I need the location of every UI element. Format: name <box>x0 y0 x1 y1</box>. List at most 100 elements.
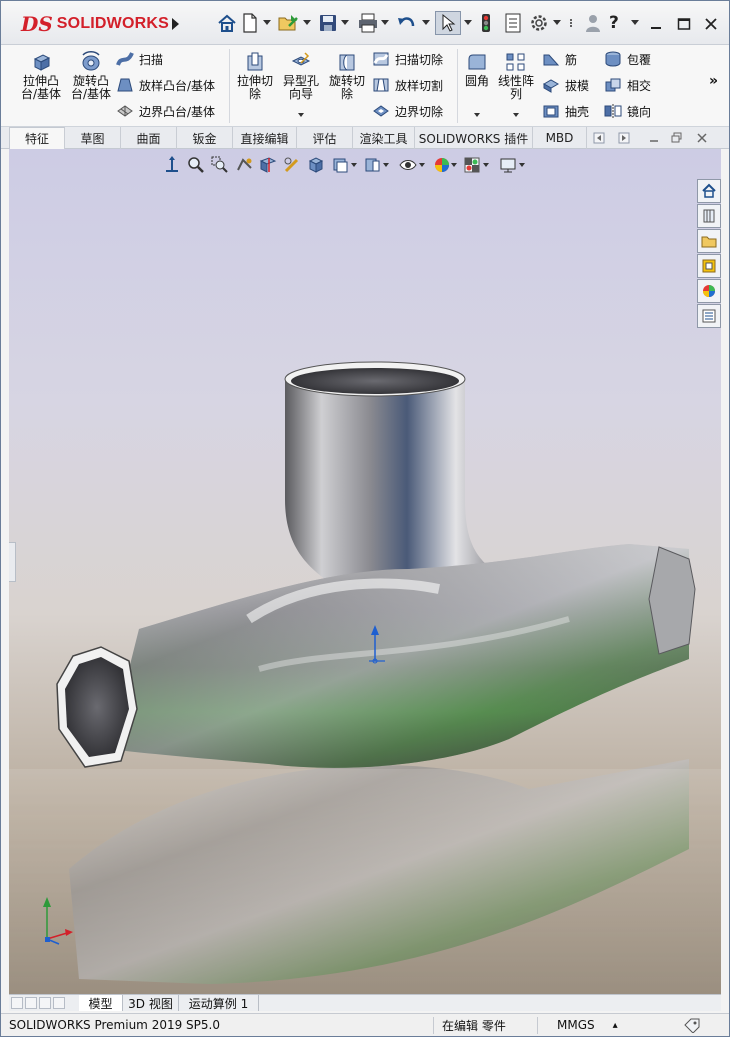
zoom-to-area-icon[interactable] <box>209 154 231 176</box>
help-dropdown-icon[interactable] <box>631 20 639 25</box>
help-icon[interactable]: ? <box>609 12 619 34</box>
options-gear-icon[interactable] <box>528 12 550 34</box>
scene-icon[interactable] <box>461 154 483 176</box>
hole-wizard-dropdown-icon[interactable] <box>298 113 304 117</box>
tab-last-icon[interactable] <box>53 997 65 1009</box>
sweep-button[interactable]: 扫描 <box>115 49 163 69</box>
solidworks-logo[interactable]: DS SOLIDWORKS <box>21 11 169 37</box>
ribbon-more-button[interactable]: » <box>709 73 718 89</box>
hide-show-items-icon[interactable] <box>361 154 383 176</box>
doc-minimize-icon[interactable] <box>646 131 662 145</box>
solidworks-resources-icon[interactable] <box>697 179 721 203</box>
tab-features[interactable]: 特征 <box>9 127 65 149</box>
design-library-icon[interactable] <box>697 204 721 228</box>
doc-restore-icon[interactable] <box>669 131 685 145</box>
rib-button[interactable]: 筋 <box>541 49 577 69</box>
draft-button[interactable]: 拔模 <box>541 75 589 95</box>
boundary-boss-button[interactable]: 边界凸台/基体 <box>115 101 215 121</box>
dynamic-annotation-icon[interactable] <box>281 154 303 176</box>
extrude-cut-button[interactable]: 拉伸切 除 <box>233 51 277 101</box>
scene-dropdown-icon[interactable] <box>483 163 489 167</box>
overflow-icon[interactable] <box>567 12 575 34</box>
close-window-button[interactable] <box>700 13 722 35</box>
minimize-window-button[interactable] <box>645 13 667 35</box>
save-icon[interactable] <box>318 12 338 34</box>
tab-motion-study[interactable]: 运动算例 1 <box>179 995 259 1011</box>
mirror-button[interactable]: 镜向 <box>603 101 651 121</box>
section-view-icon[interactable] <box>257 154 279 176</box>
doc-close-icon[interactable] <box>694 131 710 145</box>
status-bar-tag-icon[interactable] <box>683 1017 701 1033</box>
graphics-area[interactable] <box>9 149 721 994</box>
boundary-cut-button[interactable]: 边界切除 <box>371 101 443 121</box>
tab-sketch[interactable]: 草图 <box>65 127 121 149</box>
tab-scroll-right-icon[interactable] <box>616 131 632 145</box>
previous-view-icon[interactable] <box>233 154 255 176</box>
print-dropdown-icon[interactable] <box>381 20 389 25</box>
sweep-cut-button[interactable]: 扫描切除 <box>371 49 443 69</box>
tab-evaluate[interactable]: 评估 <box>297 127 353 149</box>
part-model-pipe-tee[interactable] <box>9 149 721 994</box>
tab-scroll-left-icon[interactable] <box>591 131 607 145</box>
extrude-boss-button[interactable]: 拉伸凸 台/基体 <box>17 51 65 101</box>
tab-render-tools[interactable]: 渲染工具 <box>353 127 415 149</box>
view-settings-monitor-icon[interactable] <box>497 154 519 176</box>
new-dropdown-icon[interactable] <box>263 20 271 25</box>
view-cube-icon[interactable] <box>305 154 327 176</box>
hide-show-dropdown-icon[interactable] <box>383 163 389 167</box>
linear-pattern-dropdown-icon[interactable] <box>513 113 519 117</box>
revolve-cut-button[interactable]: 旋转切 除 <box>325 51 369 101</box>
revolve-boss-button[interactable]: 旋转凸 台/基体 <box>67 51 115 101</box>
loft-boss-button[interactable]: 放样凸台/基体 <box>115 75 215 95</box>
undo-dropdown-icon[interactable] <box>422 20 430 25</box>
wrap-button[interactable]: 包覆 <box>603 49 651 69</box>
appearance-dropdown-icon[interactable] <box>451 163 457 167</box>
tab-3d-views[interactable]: 3D 视图 <box>123 995 179 1011</box>
custom-properties-icon[interactable] <box>697 304 721 328</box>
view-orientation-icon[interactable] <box>161 154 183 176</box>
appearances-scenes-icon[interactable] <box>697 279 721 303</box>
view-eye-icon[interactable] <box>397 154 419 176</box>
maximize-window-button[interactable] <box>673 13 695 35</box>
zoom-to-fit-icon[interactable] <box>185 154 207 176</box>
view-palette-icon[interactable] <box>697 254 721 278</box>
options-dropdown-icon[interactable] <box>553 20 561 25</box>
save-dropdown-icon[interactable] <box>341 20 349 25</box>
display-style-icon[interactable] <box>329 154 351 176</box>
tab-surfaces[interactable]: 曲面 <box>121 127 177 149</box>
view-settings-dropdown-icon[interactable] <box>519 163 525 167</box>
new-document-icon[interactable] <box>241 12 259 34</box>
tab-solidworks-addins[interactable]: SOLIDWORKS 插件 <box>415 127 533 149</box>
view-eye-dropdown-icon[interactable] <box>419 163 425 167</box>
file-explorer-icon[interactable] <box>697 229 721 253</box>
hole-wizard-button[interactable]: 异型孔 向导 <box>279 51 323 101</box>
loft-cut-button[interactable]: 放样切割 <box>371 75 443 95</box>
print-icon[interactable] <box>357 12 379 34</box>
linear-pattern-button[interactable]: 线性阵 列 <box>495 51 537 101</box>
undo-icon[interactable] <box>396 12 418 34</box>
tab-sheet-metal[interactable]: 钣金 <box>177 127 233 149</box>
menu-expand-arrow-icon[interactable] <box>169 15 181 33</box>
display-style-dropdown-icon[interactable] <box>351 163 357 167</box>
open-icon[interactable] <box>277 12 301 34</box>
select-cursor-icon[interactable] <box>435 11 461 35</box>
open-dropdown-icon[interactable] <box>303 20 311 25</box>
user-icon[interactable] <box>583 12 603 34</box>
unit-system-button[interactable]: MMGS ▴ <box>557 1017 618 1033</box>
tab-next-icon[interactable] <box>39 997 51 1009</box>
appearance-icon[interactable] <box>431 154 453 176</box>
tab-prev-icon[interactable] <box>25 997 37 1009</box>
tab-model[interactable]: 模型 <box>79 995 123 1011</box>
tab-mbd[interactable]: MBD <box>533 127 587 149</box>
tab-first-icon[interactable] <box>11 997 23 1009</box>
tab-direct-editing[interactable]: 直接编辑 <box>233 127 297 149</box>
home-icon[interactable] <box>216 12 238 34</box>
fillet-dropdown-icon[interactable] <box>474 113 480 117</box>
select-dropdown-icon[interactable] <box>464 20 472 25</box>
shell-button[interactable]: 抽壳 <box>541 101 589 121</box>
feature-manager-expand-handle[interactable] <box>9 542 16 582</box>
fillet-button[interactable]: 圆角 <box>461 51 493 88</box>
file-properties-icon[interactable] <box>503 12 523 34</box>
intersect-button[interactable]: 相交 <box>603 75 651 95</box>
traffic-light-icon[interactable] <box>479 12 493 34</box>
